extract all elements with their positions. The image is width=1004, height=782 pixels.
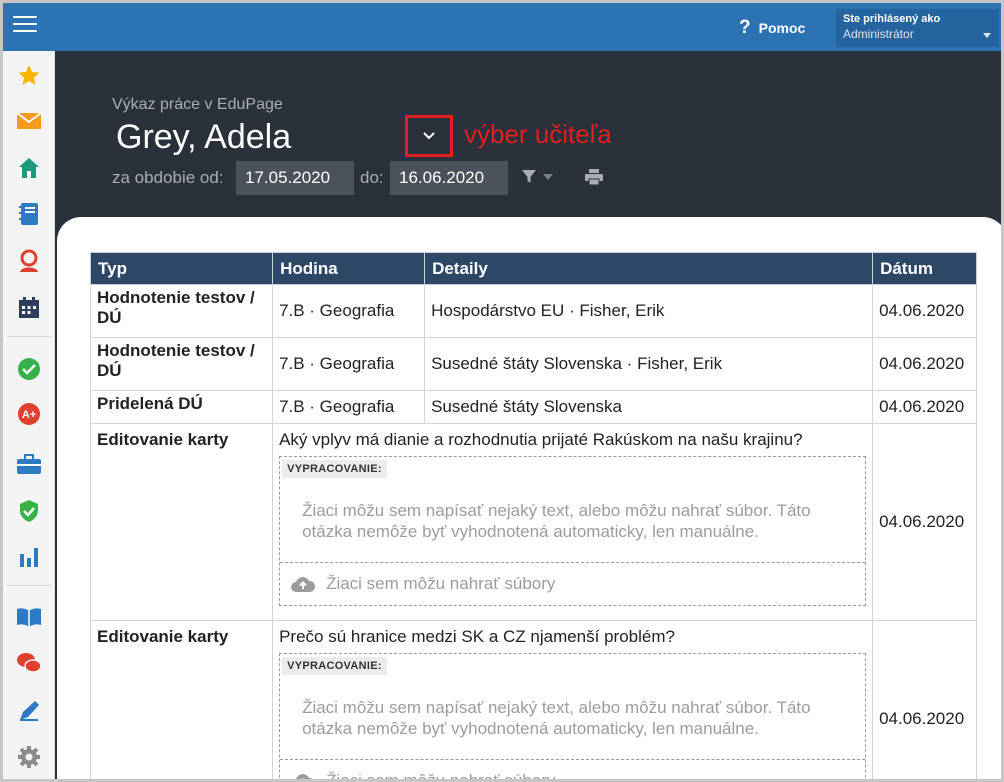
user-role: Administrátor: [843, 27, 914, 41]
column-header-typ[interactable]: Typ: [89, 252, 274, 285]
shield-icon[interactable]: [3, 491, 55, 531]
user-menu-caption: Ste prihlásený ako: [843, 13, 941, 25]
briefcase-icon[interactable]: [3, 444, 55, 484]
cell-typ: Editovanie karty: [89, 620, 274, 779]
notebook-icon[interactable]: [3, 194, 55, 234]
upload-cloud-icon: [296, 774, 313, 779]
cell-question: Prečo sú hranice medzi SK a CZ njamenší …: [272, 620, 874, 782]
question-text: Aký vplyv má dianie a rozhodnutia prijat…: [279, 430, 803, 449]
table-row: Pridelená DÚ 7.B · Geografia Susedné štá…: [89, 390, 977, 424]
question-text: Prečo sú hranice medzi SK a CZ njamenší …: [279, 627, 675, 646]
svg-text:A+: A+: [22, 409, 36, 421]
menu-icon[interactable]: [13, 16, 37, 36]
sidebar-divider: [7, 585, 51, 586]
cell-datum: 04.06.2020: [872, 620, 977, 779]
upload-area[interactable]: Žiaci sem môžu nahrať súbory: [280, 562, 866, 605]
content-card: Typ Hodina Detaily Dátum Hodnotenie test…: [57, 217, 1001, 782]
gear-icon[interactable]: [3, 737, 55, 777]
cell-datum: 04.06.2020: [872, 390, 977, 424]
table-header-row: Typ Hodina Detaily Dátum: [89, 252, 977, 285]
cell-hodina: 7.B · Geografia: [272, 284, 426, 338]
upload-area[interactable]: Žiaci sem môžu nahrať súbory: [280, 759, 866, 782]
annotation-label: výber učiteľa: [464, 119, 612, 149]
upload-label: Žiaci sem môžu nahrať súbory: [326, 574, 556, 593]
cell-hodina: 7.B · Geografia: [272, 337, 426, 391]
cell-typ: Hodnotenie testov / DÚ: [89, 284, 274, 338]
user-icon[interactable]: [3, 241, 55, 281]
cell-typ: Hodnotenie testov / DÚ: [89, 337, 274, 391]
sidebar-divider: [7, 336, 51, 337]
cell-question: Aký vplyv má dianie a rozhodnutia prijat…: [272, 423, 874, 621]
cell-detail: Susedné štáty Slovenska: [424, 390, 874, 424]
column-header-hodina[interactable]: Hodina: [272, 252, 426, 285]
work-report-table: Typ Hodina Detaily Dátum Hodnotenie test…: [89, 252, 977, 782]
book-icon[interactable]: [3, 597, 55, 637]
table-row: Editovanie karty Prečo sú hranice medzi …: [89, 620, 977, 782]
upload-cloud-icon: [291, 577, 316, 592]
table-row: Hodnotenie testov / DÚ 7.B · Geografia H…: [89, 284, 977, 338]
date-from-input[interactable]: [236, 161, 354, 195]
upload-label: Žiaci sem môžu nahrať súbory: [326, 771, 556, 782]
caret-down-icon: [543, 174, 553, 180]
answer-box[interactable]: VYPRACOVANIE: Žiaci môžu sem napísať nej…: [279, 456, 867, 606]
chat-icon[interactable]: [3, 643, 55, 683]
check-icon[interactable]: [3, 349, 55, 389]
answer-box[interactable]: VYPRACOVANIE: Žiaci môžu sem napísať nej…: [279, 653, 867, 782]
page-header: Výkaz práce v EduPage Grey, Adela výber …: [55, 51, 1001, 231]
user-menu[interactable]: Ste prihlásený ako Administrátor: [836, 9, 999, 47]
table-row: Hodnotenie testov / DÚ 7.B · Geografia S…: [89, 337, 977, 391]
answer-label: VYPRACOVANIE:: [282, 460, 387, 478]
teacher-select-button[interactable]: [405, 115, 453, 157]
cell-typ: Pridelená DÚ: [89, 390, 274, 424]
top-bar: ? Pomoc Ste prihlásený ako Administrátor: [3, 3, 1001, 51]
column-header-datum[interactable]: Dátum: [872, 252, 977, 285]
period-label: za obdobie od:: [112, 168, 224, 187]
cell-typ: Editovanie karty: [89, 423, 274, 621]
filter-button[interactable]: [521, 169, 553, 185]
cell-hodina: 7.B · Geografia: [272, 390, 426, 424]
answer-placeholder[interactable]: Žiaci môžu sem napísať nejaký text, aleb…: [280, 478, 865, 562]
star-icon[interactable]: [3, 55, 55, 95]
chevron-down-icon: [423, 132, 435, 140]
grade-icon[interactable]: A+: [3, 394, 55, 434]
question-icon: ?: [739, 17, 751, 38]
table-row: Editovanie karty Aký vplyv má dianie a r…: [89, 423, 977, 621]
print-icon[interactable]: [585, 169, 603, 190]
cell-datum: 04.06.2020: [872, 423, 977, 621]
cell-detail: Susedné štáty Slovenska · Fisher, Erik: [424, 337, 874, 391]
mail-icon[interactable]: [3, 101, 55, 141]
to-label: do:: [360, 168, 384, 187]
app-window: ? Pomoc Ste prihlásený ako Administrátor: [0, 0, 1004, 782]
bar-chart-icon[interactable]: [3, 537, 55, 577]
calendar-icon[interactable]: [3, 288, 55, 328]
help-button[interactable]: ? Pomoc: [739, 17, 805, 39]
home-icon[interactable]: [3, 148, 55, 188]
filter-icon: [522, 170, 536, 183]
pencil-icon[interactable]: [3, 691, 55, 731]
column-header-detaily[interactable]: Detaily: [424, 252, 874, 285]
cell-detail: Hospodárstvo EU · Fisher, Erik: [424, 284, 874, 338]
help-label: Pomoc: [758, 20, 806, 36]
cell-datum: 04.06.2020: [872, 284, 977, 338]
page-subtitle: Výkaz práce v EduPage: [112, 96, 283, 113]
date-to-input[interactable]: [390, 161, 508, 195]
sidebar: A+: [3, 51, 55, 779]
chevron-down-icon: [983, 33, 991, 38]
answer-label: VYPRACOVANIE:: [282, 657, 387, 675]
cell-datum: 04.06.2020: [872, 337, 977, 391]
answer-placeholder[interactable]: Žiaci môžu sem napísať nejaký text, aleb…: [280, 675, 865, 759]
teacher-name: Grey, Adela: [116, 118, 292, 156]
